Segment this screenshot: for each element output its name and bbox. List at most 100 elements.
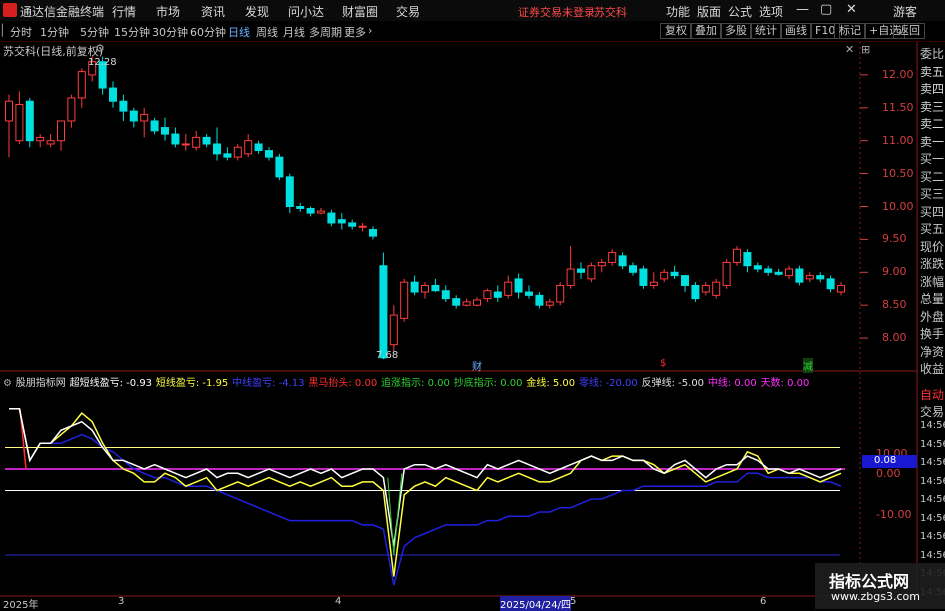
restore-icon[interactable]: ▢ xyxy=(820,2,832,17)
trade-time: 14:56 xyxy=(920,457,945,468)
candle-body xyxy=(566,268,575,286)
period-day[interactable]: 日线 xyxy=(228,24,250,40)
quote-field-label: 委比 xyxy=(920,47,945,61)
candle-body xyxy=(244,140,253,155)
menu-ask[interactable]: 问小达 xyxy=(288,3,324,20)
menu-options[interactable]: 选项 xyxy=(759,3,783,20)
short-line-series xyxy=(9,408,842,577)
ind-black-horse: 黑马抬头: 0.00 xyxy=(308,378,378,389)
ind-short: 短线盈亏: -1.95 xyxy=(155,378,229,389)
candle-body xyxy=(119,100,128,112)
back-button[interactable]: 返回 xyxy=(893,23,925,39)
minimize-icon[interactable]: — xyxy=(796,2,809,17)
period-1min[interactable]: 1分钟 xyxy=(40,24,69,40)
menu-function[interactable]: 功能 xyxy=(666,3,690,20)
candle-body xyxy=(764,268,773,273)
period-15min[interactable]: 15分钟 xyxy=(114,24,150,40)
quote-field-label: 买四 xyxy=(920,204,945,219)
quote-field-label: 现价 xyxy=(920,239,945,254)
trade-label[interactable]: 交易 xyxy=(920,403,944,420)
quote-field-label: 卖五 xyxy=(920,64,945,79)
menu-news[interactable]: 资讯 xyxy=(201,3,225,20)
candle-body xyxy=(618,255,627,267)
trade-time: 14:56 xyxy=(920,531,945,542)
candle-body xyxy=(25,100,34,142)
indicator-name[interactable]: 股朋指标网 xyxy=(16,378,66,389)
mark-button[interactable]: 标记 xyxy=(834,23,866,39)
candle-body xyxy=(254,143,263,152)
watermark-title: 指标公式网 xyxy=(829,572,910,591)
menu-quotes[interactable]: 行情 xyxy=(112,3,136,20)
ind-bottom: 抄底指示: 0.00 xyxy=(453,378,523,389)
adjust-button[interactable]: 复权 xyxy=(660,23,692,39)
ind-gold: 金线: 5.00 xyxy=(526,378,576,389)
candle-body xyxy=(691,284,700,300)
candle-body xyxy=(181,143,190,146)
candle-body xyxy=(774,271,783,275)
overlay-button[interactable]: 叠加 xyxy=(690,23,722,39)
menu-layout[interactable]: 版面 xyxy=(697,3,721,20)
multi-stock-button[interactable]: 多股 xyxy=(720,23,752,39)
marker-dollar[interactable]: $ xyxy=(660,358,666,369)
menu-trade[interactable]: 交易 xyxy=(396,3,420,20)
trade-time: 14:56 xyxy=(920,438,945,450)
candle-body xyxy=(493,291,502,298)
period-tick[interactable]: 分时 xyxy=(10,24,32,40)
quote-field-label: 卖四 xyxy=(920,82,945,96)
indicator-settings-icon[interactable]: ⚙ xyxy=(3,378,12,389)
login-warning[interactable]: 证券交易未登录 xyxy=(518,4,595,20)
candle-body xyxy=(410,281,419,293)
menu-discover[interactable]: 发现 xyxy=(245,3,269,20)
candle-body xyxy=(681,275,689,286)
candle-body xyxy=(514,278,523,293)
ind-zero: 零线: -20.00 xyxy=(579,378,638,389)
quote-field-label: 涨跌 xyxy=(920,257,945,271)
candle-body xyxy=(15,104,24,142)
candle-body xyxy=(275,156,284,178)
candle-body xyxy=(140,113,149,122)
period-60min[interactable]: 60分钟 xyxy=(190,24,226,40)
candle-body xyxy=(535,294,544,306)
candle-body xyxy=(525,291,533,296)
chevron-right-icon[interactable]: › xyxy=(368,24,372,37)
candle-body xyxy=(816,275,825,280)
close-icon[interactable]: ✕ xyxy=(846,2,857,17)
quote-field-label: 外盘 xyxy=(920,309,945,324)
menu-formula[interactable]: 公式 xyxy=(728,3,752,20)
draw-line-button[interactable]: 画线 xyxy=(780,23,812,39)
candle-body xyxy=(722,261,731,286)
y-tick-label: 8.00 xyxy=(882,331,907,345)
candle-body xyxy=(358,225,367,228)
period-month[interactable]: 月线 xyxy=(283,24,305,40)
chart-area[interactable] xyxy=(0,42,945,609)
candle-body xyxy=(743,252,752,267)
candle-body xyxy=(161,127,169,135)
high-price-label: 12.28 xyxy=(88,57,117,68)
period-30min[interactable]: 30分钟 xyxy=(152,24,188,40)
y-tick-label: 12.00 xyxy=(882,67,914,81)
watermark: 指标公式网 www.zbgs3.com xyxy=(815,563,945,609)
period-more[interactable]: 更多 xyxy=(344,24,366,40)
period-5min[interactable]: 5分钟 xyxy=(80,24,109,40)
watermark-url: www.zbgs3.com xyxy=(831,590,920,603)
trade-time: 14:56 xyxy=(920,494,945,505)
candle-body xyxy=(129,110,138,122)
candle-body xyxy=(192,136,201,148)
menu-wealth[interactable]: 财富圈 xyxy=(342,3,378,20)
trade-time: 14:56 xyxy=(920,549,945,561)
guest-label[interactable]: 游客 xyxy=(893,3,917,20)
stats-button[interactable]: 统计 xyxy=(750,23,782,39)
y-tick-label: 8.50 xyxy=(882,298,907,312)
auto-label[interactable]: 自动 xyxy=(920,386,944,403)
candle-body xyxy=(639,268,648,286)
period-multi[interactable]: 多周期 xyxy=(309,24,342,40)
marker-finance[interactable]: 财 xyxy=(472,358,482,373)
candle-body xyxy=(733,248,741,263)
mid-line-series xyxy=(9,408,842,586)
ind-y-tick-0: 0.00 xyxy=(876,467,901,480)
marker-reduce[interactable]: 减 xyxy=(803,358,813,373)
y-tick-label: 10.50 xyxy=(882,166,914,180)
menu-market[interactable]: 市场 xyxy=(156,3,180,20)
candle-body xyxy=(265,150,273,158)
period-week[interactable]: 周线 xyxy=(256,24,278,40)
